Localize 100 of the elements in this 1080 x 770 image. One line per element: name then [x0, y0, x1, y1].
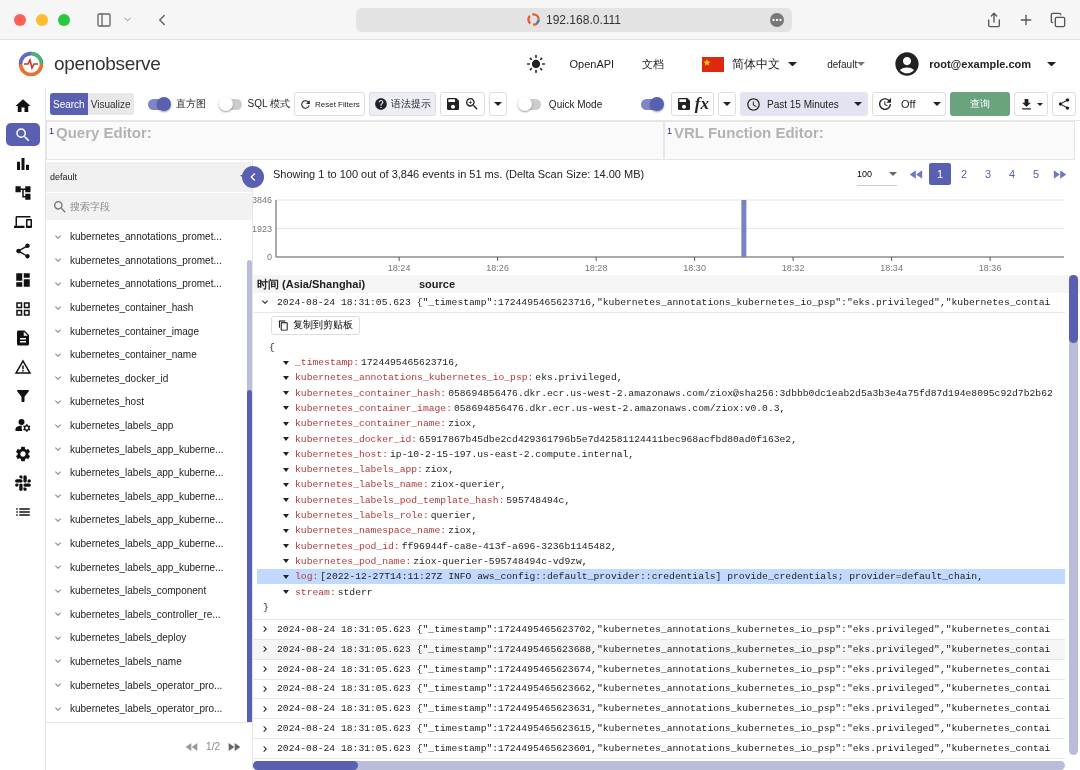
org-select[interactable]: default [821, 57, 872, 71]
caret-icon[interactable] [283, 482, 289, 487]
field-item[interactable]: kubernetes_labels_app_kuberne... [46, 531, 247, 556]
field-item[interactable]: kubernetes_labels_app_kuberne... [46, 437, 247, 461]
caret-icon[interactable] [283, 452, 289, 457]
address-bar[interactable]: 192.168.0.111 [356, 7, 792, 32]
vertical-scrollbar[interactable] [1069, 275, 1078, 755]
share-button[interactable] [1052, 92, 1076, 116]
quick-mode-toggle[interactable] [518, 98, 541, 110]
caret-icon[interactable] [283, 391, 289, 396]
collapse-button[interactable] [242, 166, 264, 188]
url-text: 192.168.0.111 [546, 12, 621, 27]
mode-tab[interactable]: Visualize [87, 93, 134, 115]
column-header[interactable]: source [419, 278, 456, 290]
json-key: stream: [295, 586, 336, 598]
caret-icon[interactable] [283, 437, 289, 442]
header-link[interactable]: OpenAPI [569, 58, 615, 70]
field-item[interactable]: kubernetes_labels_controller_re... [46, 602, 247, 627]
caret-icon [933, 102, 941, 106]
field-item[interactable]: kubernetes_labels_deploy [46, 626, 247, 650]
saved-views-button[interactable] [439, 92, 485, 116]
sql-mode-toggle[interactable] [219, 98, 242, 110]
caret-icon[interactable] [283, 360, 289, 365]
reset-filters-button[interactable]: Reset Filters [293, 92, 365, 116]
site-logo-icon [527, 13, 540, 26]
field-item[interactable]: kubernetes_labels_component [46, 578, 247, 603]
page-button[interactable]: 2 [953, 163, 975, 185]
source-cell: {"_timestamp":1724495465623688,"kubernetes_annotations_kubernetes_io_psp":"eks.privileged","kubernetes_contai [416, 643, 1051, 655]
json-value: ziox, [448, 418, 478, 430]
more-icon[interactable] [770, 12, 784, 27]
caret-icon[interactable] [283, 467, 289, 472]
dropdown-button[interactable] [718, 92, 736, 116]
tabs-icon[interactable] [1050, 11, 1066, 28]
page-size-select[interactable]: 100 [857, 162, 897, 186]
syntax-help-button[interactable]: 语法提示 [368, 92, 436, 116]
json-value: querier, [430, 510, 478, 522]
field-item[interactable]: kubernetes_annotations_promet... [46, 248, 247, 273]
page-button[interactable]: 1 [929, 163, 951, 185]
sun-icon[interactable] [525, 54, 546, 74]
dropdown-button[interactable] [488, 92, 507, 116]
field-item[interactable]: kubernetes_host [46, 390, 247, 414]
time-range-button[interactable]: Past 15 Minutes [740, 92, 868, 116]
log-row[interactable]: 2024-08-24 18:31:05.623 {"_timestamp":1724495465623688,"kubernetes_annotations_kubernetes_io_psp":"eks.privileged","kubernetes_contai [253, 639, 1065, 660]
source-cell: {"_timestamp":1724495465623662,"kubernetes_annotations_kubernetes_io_psp":"eks.privileged","kubernetes_contai [416, 683, 1051, 695]
caret-icon[interactable] [283, 406, 289, 411]
sidebar-icon[interactable] [96, 11, 112, 28]
field-item[interactable]: kubernetes_labels_operator_pro... [46, 673, 247, 697]
stream-select[interactable]: default [46, 162, 252, 192]
field-item[interactable]: kubernetes_labels_app_kuberne... [46, 508, 247, 532]
line-number: 1 [667, 125, 672, 136]
editor-placeholder: Query Editor: [56, 124, 152, 141]
field-item[interactable]: kubernetes_labels_app_kuberne... [46, 484, 247, 509]
language-select[interactable]: 简体中文 [696, 54, 804, 74]
timestamp-cell: 2024-08-24 18:31:05.623 [277, 623, 411, 635]
mode-tab[interactable]: Search [50, 93, 88, 115]
page-button[interactable]: 3 [977, 163, 999, 185]
column-header[interactable]: 时间 (Asia/Shanghai) [257, 276, 419, 292]
caret-icon[interactable] [283, 513, 289, 518]
json-key: _timestamp: [295, 357, 359, 369]
json-key: kubernetes_host: [295, 448, 388, 460]
function-toggle[interactable] [640, 98, 663, 110]
caret-icon[interactable] [283, 574, 289, 579]
close-window-button[interactable] [14, 13, 26, 26]
field-item[interactable]: kubernetes_container_hash [46, 295, 247, 320]
field-item[interactable]: kubernetes_labels_name [46, 649, 247, 674]
copy-button[interactable]: 复制到剪贴板 [271, 315, 360, 335]
caret-icon[interactable] [283, 498, 289, 503]
download-button[interactable] [1014, 92, 1048, 116]
caret-icon[interactable] [283, 559, 289, 564]
x-tick-label: 18:30 [683, 263, 706, 273]
caret-icon[interactable] [283, 421, 289, 426]
field-item[interactable]: kubernetes_labels_app [46, 413, 247, 438]
field-item[interactable]: kubernetes_annotations_promet... [46, 225, 247, 249]
page-button[interactable]: 5 [1025, 163, 1047, 185]
field-item[interactable]: kubernetes_labels_operator_pro... [46, 696, 247, 721]
page-button[interactable]: 4 [1001, 163, 1023, 185]
field-item[interactable]: kubernetes_docker_id [46, 366, 247, 391]
field-item[interactable]: kubernetes_annotations_promet... [46, 272, 247, 296]
refresh-interval-button[interactable]: Off [872, 92, 946, 116]
y-tick-label: 1923 [253, 223, 272, 234]
caret-icon [1047, 61, 1056, 67]
horizontal-scrollbar[interactable] [253, 761, 1065, 770]
caret-icon[interactable] [283, 375, 289, 380]
caret-icon [1037, 102, 1043, 106]
caret-icon[interactable] [283, 544, 289, 549]
user-menu[interactable]: root@example.com [887, 49, 1062, 79]
share-icon[interactable] [986, 11, 1002, 28]
header-link[interactable]: 文档 [642, 56, 665, 72]
field-item[interactable]: kubernetes_labels_app_kuberne... [46, 555, 247, 579]
scrollbar[interactable] [247, 260, 252, 722]
field-item[interactable]: kubernetes_labels_app_kuberne... [46, 460, 247, 485]
caret-icon[interactable] [283, 590, 289, 595]
function-button[interactable]: fx [670, 92, 714, 116]
json-value: ff96944f-ca8e-413f-a696-3236b1145482, [401, 540, 617, 552]
json-key: kubernetes_labels_pod_template_hash: [295, 494, 505, 506]
field-item[interactable]: kubernetes_container_image [46, 319, 247, 343]
caret-icon[interactable] [283, 528, 289, 533]
histogram-toggle[interactable] [147, 98, 170, 110]
field-item[interactable]: kubernetes_container_name [46, 342, 247, 367]
x-tick-label: 18:34 [880, 263, 903, 273]
